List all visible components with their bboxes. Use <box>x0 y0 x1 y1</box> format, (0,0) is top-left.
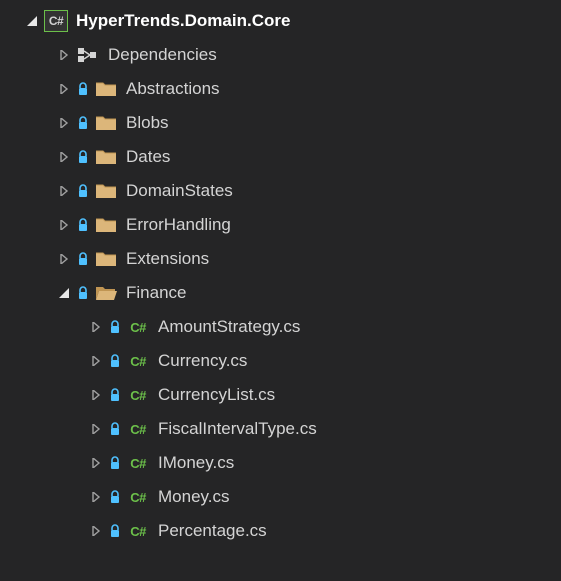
file-node[interactable]: C# FiscalIntervalType.cs <box>0 412 561 446</box>
lock-icon <box>76 184 90 198</box>
csharp-file-icon: C# <box>126 354 150 369</box>
folder-icon <box>94 216 118 234</box>
file-label: Currency.cs <box>158 351 247 371</box>
collapse-arrow-icon[interactable] <box>88 387 104 403</box>
csharp-file-icon: C# <box>126 456 150 471</box>
collapse-arrow-icon[interactable] <box>88 489 104 505</box>
folder-label: Abstractions <box>126 79 220 99</box>
collapse-arrow-icon[interactable] <box>56 183 72 199</box>
lock-icon <box>76 82 90 96</box>
collapse-arrow-icon[interactable] <box>56 149 72 165</box>
expand-arrow-icon[interactable] <box>56 285 72 301</box>
file-label: CurrencyList.cs <box>158 385 275 405</box>
folder-label: ErrorHandling <box>126 215 231 235</box>
folder-label: Finance <box>126 283 186 303</box>
lock-icon <box>76 218 90 232</box>
folder-node[interactable]: Dates <box>0 140 561 174</box>
file-label: AmountStrategy.cs <box>158 317 300 337</box>
dependencies-label: Dependencies <box>108 45 217 65</box>
collapse-arrow-icon[interactable] <box>56 217 72 233</box>
dependencies-node[interactable]: Dependencies <box>0 38 561 72</box>
folder-label: Extensions <box>126 249 209 269</box>
folder-label: Dates <box>126 147 170 167</box>
file-node[interactable]: C# AmountStrategy.cs <box>0 310 561 344</box>
csharp-file-icon: C# <box>126 320 150 335</box>
lock-icon <box>108 422 122 436</box>
file-node[interactable]: C# Currency.cs <box>0 344 561 378</box>
dependencies-icon <box>76 48 100 62</box>
collapse-arrow-icon[interactable] <box>88 353 104 369</box>
file-label: Percentage.cs <box>158 521 267 541</box>
lock-icon <box>108 490 122 504</box>
folder-label: DomainStates <box>126 181 233 201</box>
lock-icon <box>108 524 122 538</box>
expand-arrow-icon[interactable] <box>24 13 40 29</box>
folder-label: Blobs <box>126 113 169 133</box>
lock-icon <box>76 286 90 300</box>
lock-icon <box>108 320 122 334</box>
file-node[interactable]: C# CurrencyList.cs <box>0 378 561 412</box>
project-node[interactable]: C# HyperTrends.Domain.Core <box>0 4 561 38</box>
folder-icon <box>94 80 118 98</box>
collapse-arrow-icon[interactable] <box>56 115 72 131</box>
folder-node[interactable]: Blobs <box>0 106 561 140</box>
folder-node[interactable]: DomainStates <box>0 174 561 208</box>
lock-icon <box>108 388 122 402</box>
collapse-arrow-icon[interactable] <box>88 319 104 335</box>
csharp-file-icon: C# <box>126 422 150 437</box>
folder-node[interactable]: Abstractions <box>0 72 561 106</box>
folder-icon <box>94 250 118 268</box>
lock-icon <box>108 354 122 368</box>
lock-icon <box>76 252 90 266</box>
lock-icon <box>76 116 90 130</box>
csharp-file-icon: C# <box>126 388 150 403</box>
folder-icon <box>94 114 118 132</box>
folder-icon <box>94 284 118 302</box>
folder-node[interactable]: Extensions <box>0 242 561 276</box>
collapse-arrow-icon[interactable] <box>88 523 104 539</box>
collapse-arrow-icon[interactable] <box>88 421 104 437</box>
collapse-arrow-icon[interactable] <box>56 81 72 97</box>
csharp-file-icon: C# <box>126 490 150 505</box>
collapse-arrow-icon[interactable] <box>56 251 72 267</box>
lock-icon <box>108 456 122 470</box>
folder-icon <box>94 182 118 200</box>
file-node[interactable]: C# Percentage.cs <box>0 514 561 548</box>
folder-node[interactable]: Finance <box>0 276 561 310</box>
folder-icon <box>94 148 118 166</box>
file-node[interactable]: C# IMoney.cs <box>0 446 561 480</box>
project-label: HyperTrends.Domain.Core <box>76 11 290 31</box>
collapse-arrow-icon[interactable] <box>56 47 72 63</box>
collapse-arrow-icon[interactable] <box>88 455 104 471</box>
file-label: FiscalIntervalType.cs <box>158 419 317 439</box>
file-label: Money.cs <box>158 487 230 507</box>
lock-icon <box>76 150 90 164</box>
csharp-project-icon: C# <box>44 10 68 32</box>
file-node[interactable]: C# Money.cs <box>0 480 561 514</box>
folder-node[interactable]: ErrorHandling <box>0 208 561 242</box>
file-label: IMoney.cs <box>158 453 234 473</box>
csharp-file-icon: C# <box>126 524 150 539</box>
